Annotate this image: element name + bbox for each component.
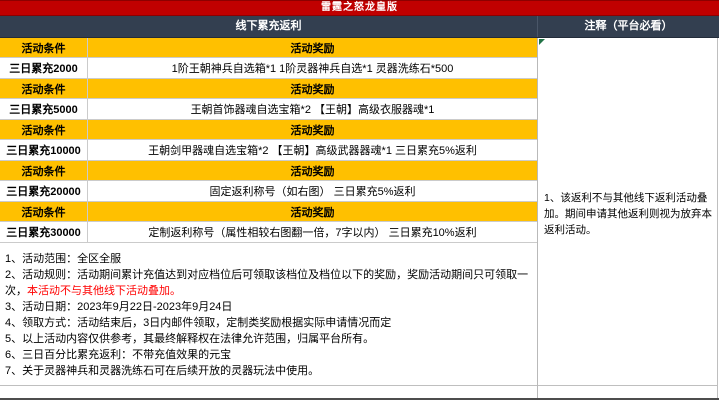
table-header-row: 活动条件 活动奖励	[0, 79, 537, 99]
table-row: 三日累充2000 1阶王朝神兵自选箱*1 1阶灵器神兵自选*1 灵器洗练石*50…	[0, 58, 537, 79]
reward-cell: 王朝首饰器魂自选宝箱*2 【王朝】高级衣服器魂*1	[190, 104, 435, 116]
note-line-2-warning: 本活动不与其他线下活动叠加。	[27, 285, 181, 297]
table-row: 三日累充5000 王朝首饰器魂自选宝箱*2 【王朝】高级衣服器魂*1	[0, 99, 537, 120]
note-line-2: 2、活动规则：活动期间累计充值达到对应档位后可领取该档位及档位以下的奖励，奖励活…	[5, 267, 531, 299]
condition-cell: 三日累充20000	[0, 181, 88, 201]
condition-header-cell: 活动条件	[0, 161, 88, 180]
reward-cell: 定制返利称号（属性相较右图翻一倍，7字以内） 三日累充10%返利	[148, 227, 477, 239]
condition-header-cell: 活动条件	[0, 79, 88, 98]
section-header-annotation: 注释（平台必看）	[584, 20, 673, 32]
reward-header-cell: 活动奖励	[290, 83, 335, 96]
reward-header-cell: 活动奖励	[290, 42, 335, 55]
condition-cell: 三日累充30000	[0, 222, 88, 242]
note-line-7: 7、关于灵器神兵和灵器洗练石可在后续开放的灵器玩法中使用。	[5, 365, 320, 377]
notes-list: 1、活动范围：全区全服 2、活动规则：活动期间累计充值达到对应档位后可领取该档位…	[0, 243, 537, 386]
annotation-panel: 1、该返利不与其他线下返利活动叠加。期间申请其他返利则视为放弃本返利活动。	[538, 38, 718, 398]
cell-flag-triangle-icon	[539, 39, 545, 45]
condition-cell: 三日累充2000	[0, 58, 88, 78]
note-line-6: 6、三日百分比累充返利：不带充值效果的元宝	[5, 349, 232, 361]
rebate-rules-sheet: 雷霆之怒龙皇版 线下累充返利 注释（平台必看） 活动条件 活动奖励 三日累充20…	[0, 0, 719, 400]
table-row: 三日累充30000 定制返利称号（属性相较右图翻一倍，7字以内） 三日累充10%…	[0, 222, 537, 243]
note-line-4: 4、领取方式：活动结束后，3日内邮件领取，定制类奖励根据实际申请情况而定	[5, 317, 392, 329]
note-line-5: 5、以上活动内容仅供参考，其最终解释权在法律允许范围，归属平台所有。	[5, 333, 375, 345]
table-header-row: 活动条件 活动奖励	[0, 120, 537, 140]
reward-header-cell: 活动奖励	[290, 206, 335, 219]
note-line-3: 3、活动日期：2023年9月22日-2023年9月24日	[5, 301, 233, 313]
reward-header-cell: 活动奖励	[290, 165, 335, 178]
rebate-table: 活动条件 活动奖励 三日累充2000 1阶王朝神兵自选箱*1 1阶灵器神兵自选*…	[0, 38, 538, 398]
table-row: 三日累充20000 固定返利称号（如右图） 三日累充5%返利	[0, 181, 537, 202]
condition-header-cell: 活动条件	[0, 202, 88, 221]
table-row: 三日累充10000 王朝剑甲器魂自选宝箱*2 【王朝】高级武器器魂*1 三日累充…	[0, 140, 537, 161]
table-header-row: 活动条件 活动奖励	[0, 161, 537, 181]
note-line-1: 1、活动范围：全区全服	[5, 253, 122, 265]
empty-row	[0, 386, 537, 398]
annotation-text: 1、该返利不与其他线下返利活动叠加。期间申请其他返利则视为放弃本返利活动。	[544, 192, 712, 236]
condition-header-cell: 活动条件	[0, 120, 88, 139]
condition-cell: 三日累充10000	[0, 140, 88, 160]
sheet-title: 雷霆之怒龙皇版	[0, 0, 719, 16]
section-header-offline-rebate: 线下累充返利	[0, 16, 538, 37]
reward-cell: 1阶王朝神兵自选箱*1 1阶灵器神兵自选*1 灵器洗练石*500	[171, 63, 454, 75]
condition-cell: 三日累充5000	[0, 99, 88, 119]
row-divider	[538, 385, 717, 386]
condition-header-cell: 活动条件	[0, 38, 88, 57]
reward-cell: 固定返利称号（如右图） 三日累充5%返利	[209, 186, 416, 198]
sheet-body: 活动条件 活动奖励 三日累充2000 1阶王朝神兵自选箱*1 1阶灵器神兵自选*…	[0, 38, 719, 398]
table-header-row: 活动条件 活动奖励	[0, 38, 537, 58]
section-header-row: 线下累充返利 注释（平台必看）	[0, 16, 719, 38]
table-header-row: 活动条件 活动奖励	[0, 202, 537, 222]
reward-header-cell: 活动奖励	[290, 124, 335, 137]
reward-cell: 王朝剑甲器魂自选宝箱*2 【王朝】高级武器器魂*1 三日累充5%返利	[148, 145, 477, 157]
